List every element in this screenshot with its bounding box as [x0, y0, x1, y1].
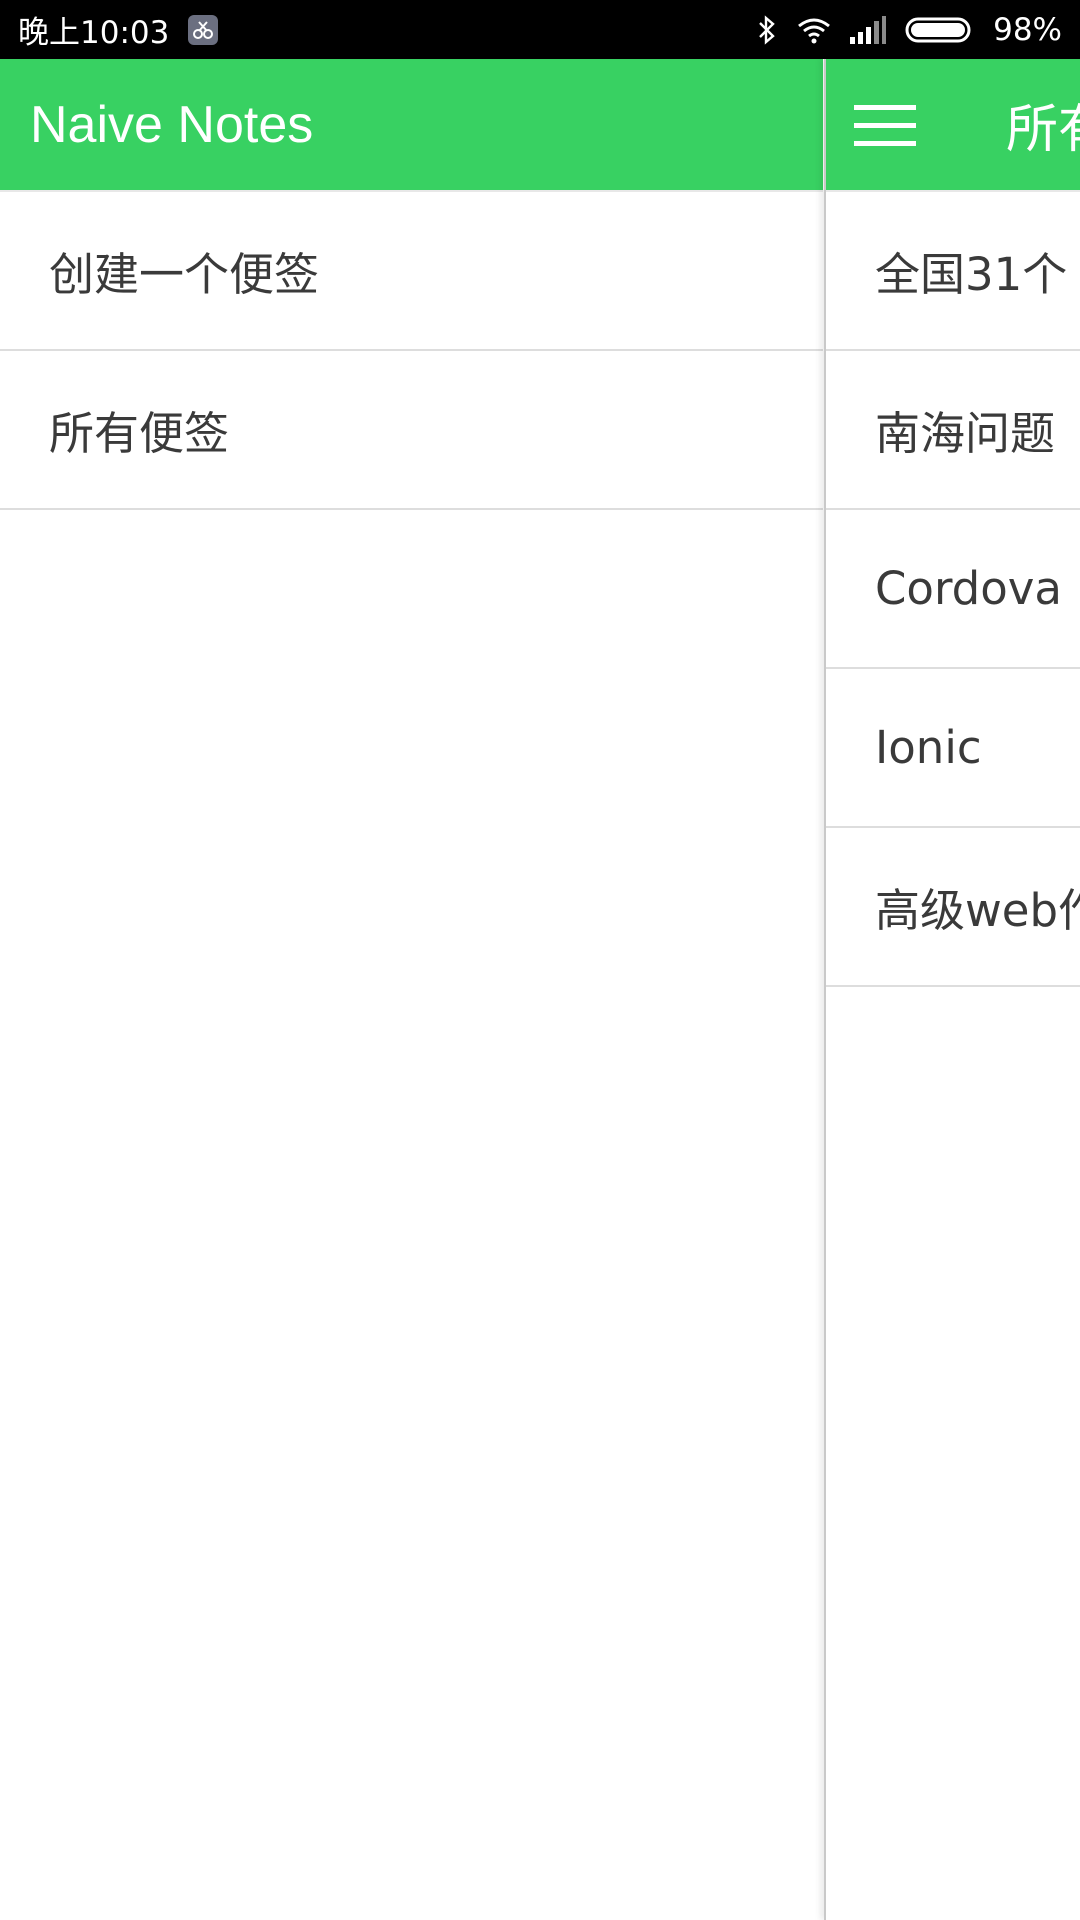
status-right: 98% [755, 0, 1062, 59]
note-title: 高级web作 [875, 884, 1080, 937]
note-title: Ionic [875, 721, 982, 774]
page-title: 所有 [1006, 100, 1080, 160]
note-list-item[interactable]: 南海问题 [826, 351, 1080, 510]
drawer-header: Naive Notes [0, 59, 823, 192]
hamburger-menu-icon [854, 105, 916, 146]
drawer-item-label: 所有便签 [49, 407, 230, 460]
drawer-item-label: 创建一个便签 [49, 248, 320, 301]
note-title: Cordova [875, 562, 1062, 615]
signal-icon [849, 15, 887, 45]
app-title: Naive Notes [30, 95, 314, 154]
note-list-item[interactable]: Ionic [826, 669, 1080, 828]
main-content: 所有 全国31个 南海问题 Cordova Ionic 高级web作 [824, 59, 1080, 1920]
wifi-icon [797, 16, 831, 44]
note-list-item[interactable]: Cordova [826, 510, 1080, 669]
main-header: 所有 [826, 59, 1080, 192]
menu-button[interactable] [854, 102, 916, 150]
status-left: 晚上10:03 [18, 0, 219, 59]
note-list-item[interactable]: 全国31个 [826, 192, 1080, 351]
status-bar: 晚上10:03 98% [0, 0, 1080, 59]
bluetooth-icon [755, 14, 779, 46]
drawer-item-create-note[interactable]: 创建一个便签 [0, 192, 823, 351]
note-list-item[interactable]: 高级web作 [826, 828, 1080, 987]
drawer-item-all-notes[interactable]: 所有便签 [0, 351, 823, 510]
note-title: 南海问题 [875, 407, 1056, 460]
battery-icon [905, 16, 975, 44]
navigation-drawer: Naive Notes 创建一个便签 所有便签 [0, 59, 823, 1920]
status-time: 晚上10:03 [18, 15, 170, 51]
battery-percent: 98% [993, 11, 1062, 48]
note-title: 全国31个 [875, 248, 1068, 301]
notification-app-icon [187, 14, 219, 46]
